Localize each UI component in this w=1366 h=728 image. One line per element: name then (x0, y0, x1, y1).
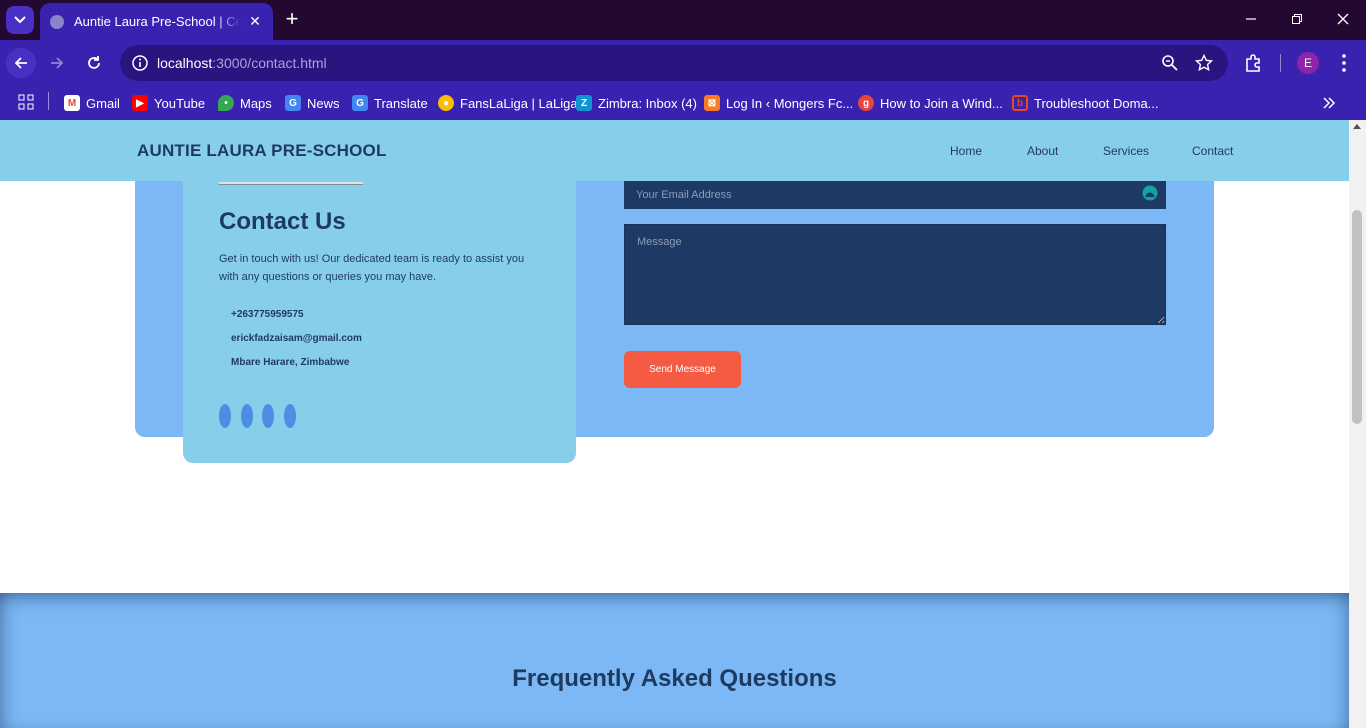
new-tab-button[interactable]: + (280, 8, 304, 32)
bookmark-fanslaliga[interactable]: ● FansLaLiga | LaLiga (438, 93, 578, 113)
xampp-icon: ⊠ (704, 95, 720, 111)
translate-icon: G (352, 95, 368, 111)
bookmark-label: How to Join a Wind... (880, 95, 1003, 111)
tab-search-button[interactable] (6, 6, 34, 34)
bookmark-label: FansLaLiga | LaLiga (460, 95, 578, 111)
toolbar-divider (1280, 54, 1281, 72)
page-scrollbar[interactable] (1349, 120, 1366, 728)
close-tab-icon[interactable]: ✕ (247, 13, 263, 30)
bookmark-label: YouTube (154, 95, 206, 111)
arrow-left-icon (14, 57, 27, 69)
tab-title: Auntie Laura Pre-School | Contact (74, 14, 241, 29)
address-bar[interactable]: localhost:3000/contact.html (120, 45, 1228, 81)
bookmark-join-windows[interactable]: g How to Join a Wind... (858, 93, 1003, 113)
password-manager-icon[interactable] (1142, 185, 1158, 201)
extensions-icon[interactable] (1243, 52, 1265, 74)
nav-home[interactable]: Home (950, 144, 982, 158)
bookmark-gmail[interactable]: M Gmail (64, 93, 120, 113)
message-field[interactable] (624, 224, 1166, 325)
bookmark-label: Zimbra: Inbox (4) (598, 95, 697, 111)
zoom-icon[interactable] (1161, 54, 1179, 72)
close-icon (1337, 13, 1349, 25)
youtube-icon: ▶ (132, 95, 148, 111)
page-viewport: Contact Us Get in touch with us! Our ded… (0, 120, 1366, 728)
reload-button[interactable] (79, 48, 109, 78)
bookmark-zimbra[interactable]: Z Zimbra: Inbox (4) (576, 93, 697, 113)
more-bookmarks-icon[interactable] (1322, 96, 1336, 110)
social-link-3[interactable] (262, 404, 274, 428)
url-path: :3000/contact.html (212, 55, 327, 71)
social-link-1[interactable] (219, 404, 231, 428)
gmail-icon: M (64, 95, 80, 111)
doc-icon: b (1012, 95, 1028, 111)
arrow-right-icon (51, 57, 64, 69)
nav-about[interactable]: About (1027, 144, 1058, 158)
minimize-icon (1246, 18, 1256, 20)
back-button[interactable] (6, 48, 36, 78)
contact-phone: +263775959575 (231, 309, 304, 320)
send-message-button[interactable]: Send Message (624, 351, 741, 388)
contact-description: Get in touch with us! Our dedicated team… (219, 253, 525, 283)
apps-grid-icon[interactable] (18, 94, 34, 110)
bookmark-news[interactable]: G News (285, 93, 340, 113)
decorative-divider (219, 182, 363, 185)
bookmark-label: Troubleshoot Doma... (1034, 95, 1159, 111)
nav-contact[interactable]: Contact (1192, 144, 1233, 158)
menu-kebab-icon[interactable] (1333, 52, 1355, 74)
social-link-2[interactable] (241, 404, 253, 428)
faq-title: Frequently Asked Questions (512, 665, 837, 692)
email-field[interactable] (624, 181, 1166, 209)
bookmark-star-icon[interactable] (1195, 54, 1213, 72)
news-icon: G (285, 95, 301, 111)
globe-icon (50, 14, 64, 29)
bookmark-troubleshoot[interactable]: b Troubleshoot Doma... (1012, 93, 1159, 113)
scrollbar-thumb[interactable] (1352, 210, 1362, 424)
contact-title: Contact Us (219, 208, 346, 235)
faq-section: Frequently Asked Questions (0, 593, 1349, 728)
g-icon: g (858, 95, 874, 111)
active-tab[interactable]: Auntie Laura Pre-School | Contact ✕ (40, 3, 273, 40)
bookmark-label: Maps (240, 95, 272, 111)
site-brand[interactable]: AUNTIE LAURA PRE-SCHOOL (137, 141, 387, 161)
bookmark-mongers[interactable]: ⊠ Log In ‹ Mongers Fc... (704, 93, 853, 113)
bookmark-label: Gmail (86, 95, 120, 111)
bookmark-youtube[interactable]: ▶ YouTube (132, 93, 205, 113)
contact-email: erickfadzaisam@gmail.com (231, 333, 362, 344)
url-host: localhost (157, 55, 213, 71)
bookmark-label: News (307, 95, 340, 111)
contact-address: Mbare Harare, Zimbabwe (231, 357, 350, 368)
contact-info-card: Contact Us Get in touch with us! Our ded… (183, 160, 576, 463)
bookmarks-bar: M Gmail ▶ YouTube • Maps G News G Translate ●… (0, 86, 1366, 120)
minimize-button[interactable] (1239, 8, 1263, 32)
bookmark-translate[interactable]: G Translate (352, 93, 428, 113)
nav-services[interactable]: Services (1103, 144, 1149, 158)
reload-icon (88, 56, 100, 69)
social-link-4[interactable] (284, 404, 296, 428)
zimbra-icon: Z (576, 95, 592, 111)
browser-tab-strip: Auntie Laura Pre-School | Contact ✕ + (0, 0, 1366, 40)
bookmarks-separator (48, 92, 49, 110)
chevron-down-icon (14, 16, 26, 24)
forward-button[interactable] (42, 48, 72, 78)
chrome-icon: ● (438, 95, 454, 111)
close-window-button[interactable] (1331, 8, 1355, 32)
bookmark-label: Log In ‹ Mongers Fc... (726, 95, 854, 111)
restore-button[interactable] (1285, 8, 1309, 32)
profile-avatar[interactable]: E (1297, 52, 1319, 74)
scroll-up-arrow-icon[interactable] (1353, 124, 1361, 129)
maps-icon: • (218, 95, 234, 111)
restore-icon (1292, 14, 1302, 24)
browser-toolbar: localhost:3000/contact.html E (0, 40, 1366, 86)
bookmark-label: Translate (374, 95, 428, 111)
url-text: localhost:3000/contact.html (157, 55, 327, 71)
site-info-icon[interactable] (130, 53, 150, 73)
site-header: AUNTIE LAURA PRE-SCHOOL Home About Servi… (0, 120, 1349, 181)
bookmark-maps[interactable]: • Maps (218, 93, 272, 113)
